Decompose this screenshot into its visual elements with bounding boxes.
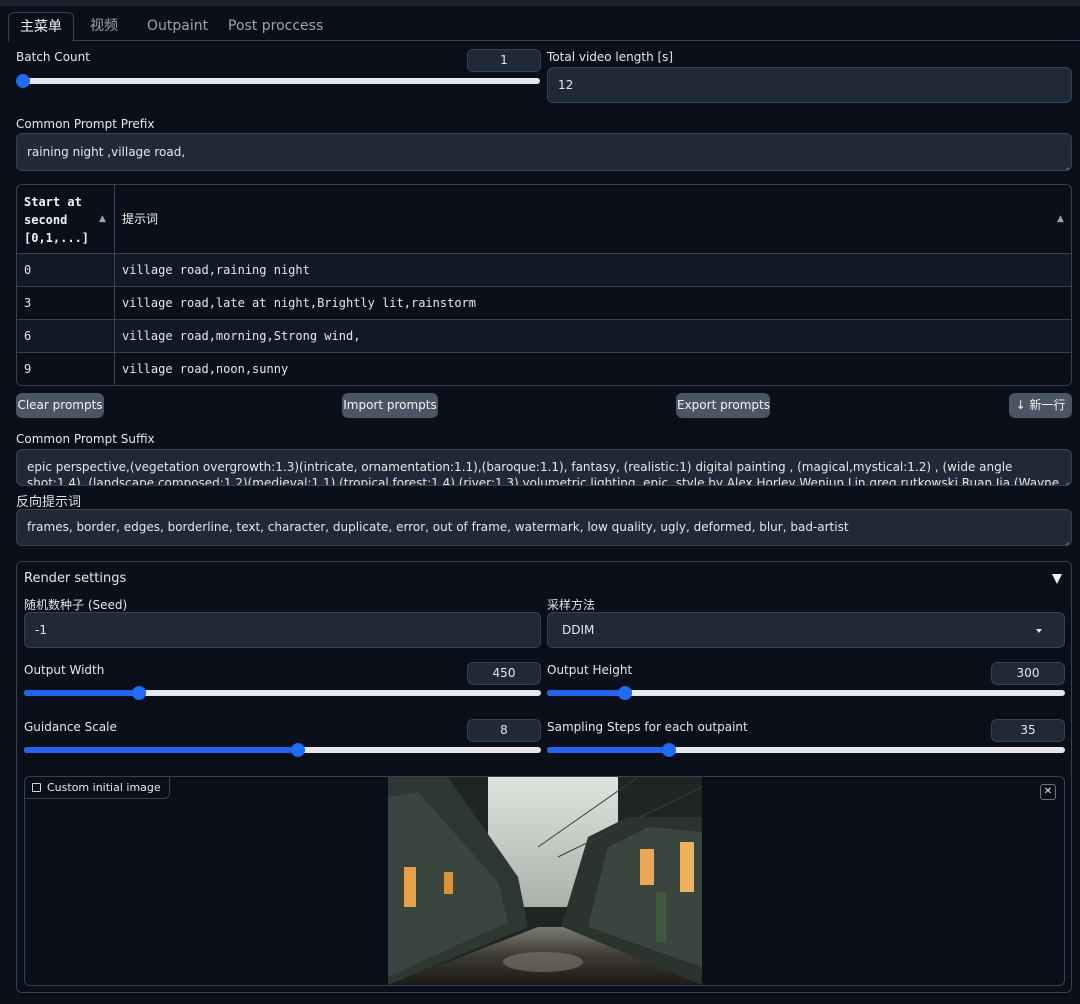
prefix-textarea[interactable]: raining night ,village road, (16, 133, 1072, 171)
cell-prompt[interactable]: village road,raining night (115, 254, 310, 286)
tab-bar: 主菜单 视频 Outpaint Post proccess (8, 12, 1080, 42)
sampler-label: 采样方法 (547, 598, 596, 612)
collapse-triangle-icon[interactable] (1052, 574, 1062, 584)
video-length-input[interactable]: 12 (547, 67, 1072, 103)
batch-count-input[interactable]: 1 (467, 49, 541, 72)
cell-prompt[interactable]: village road,late at night,Brightly lit,… (115, 287, 476, 319)
cell-second[interactable]: 9 (17, 353, 115, 385)
output-width-input[interactable]: 450 (467, 662, 541, 685)
village-road-image (388, 777, 702, 985)
table-row[interactable]: 6 village road,morning,Strong wind, (17, 320, 1071, 353)
negative-prompt-text: frames, border, edges, borderline, text,… (27, 520, 849, 534)
image-tag: Custom initial image (25, 777, 170, 799)
negative-prompt-textarea[interactable]: frames, border, edges, borderline, text,… (16, 509, 1072, 546)
batch-count-label: Batch Count (16, 50, 90, 64)
slider-thumb[interactable] (661, 743, 676, 757)
sort-icon[interactable]: ▲ (1057, 214, 1064, 224)
tab-post-process[interactable]: Post proccess (228, 12, 323, 41)
prompt-table: Start at second [0,1,...] ▲ 提示词 ▲ 0 vill… (16, 184, 1072, 386)
new-row-button[interactable]: ↓ 新一行 (1009, 393, 1072, 418)
slider-fill (24, 747, 298, 753)
guidance-scale-slider[interactable] (24, 740, 541, 760)
tab-video[interactable]: 视频 (90, 12, 118, 41)
table-row[interactable]: 9 village road,noon,sunny (17, 353, 1071, 385)
slider-fill (547, 747, 669, 753)
output-height-label: Output Height (547, 663, 633, 677)
output-height-input[interactable]: 300 (991, 662, 1065, 685)
output-width-label: Output Width (24, 663, 105, 677)
slider-thumb[interactable] (618, 686, 633, 700)
slider-fill (24, 690, 139, 696)
suffix-text: epic perspective,(vegetation overgrowth:… (27, 460, 1060, 486)
import-prompts-button[interactable]: Import prompts (342, 393, 438, 418)
seed-input[interactable]: -1 (24, 612, 541, 648)
resize-handle[interactable] (1061, 475, 1069, 483)
header-prompt[interactable]: 提示词 (115, 185, 1071, 254)
render-settings-panel: Render settings 随机数种子 (Seed) -1 采样方法 DDI… (16, 561, 1072, 993)
top-strip (0, 0, 1080, 6)
cell-second[interactable]: 6 (17, 320, 115, 352)
sampling-steps-input[interactable]: 35 (991, 719, 1065, 742)
export-prompts-button[interactable]: Export prompts (676, 393, 770, 418)
sampler-select[interactable]: DDIM (547, 612, 1065, 648)
sampler-value: DDIM (562, 623, 595, 637)
dropdown-arrow-icon (1036, 629, 1042, 633)
slider-fill (547, 690, 626, 696)
sampling-steps-slider[interactable] (547, 740, 1065, 760)
table-row[interactable]: 0 village road,raining night (17, 254, 1071, 287)
output-width-slider[interactable] (24, 683, 541, 703)
slider-thumb[interactable] (291, 743, 305, 757)
custom-initial-image-box[interactable]: Custom initial image ✕ (24, 776, 1065, 986)
cell-prompt[interactable]: village road,noon,sunny (115, 353, 288, 385)
batch-count-slider[interactable] (16, 71, 540, 91)
seed-label: 随机数种子 (Seed) (24, 598, 128, 612)
slider-thumb[interactable] (16, 74, 30, 88)
cell-second[interactable]: 0 (17, 254, 115, 286)
guidance-scale-input[interactable]: 8 (467, 719, 541, 742)
output-height-slider[interactable] (547, 683, 1065, 703)
table-row[interactable]: 3 village road,late at night,Brightly li… (17, 287, 1071, 320)
sampling-steps-label: Sampling Steps for each outpaint (547, 720, 748, 734)
slider-thumb[interactable] (131, 686, 146, 700)
tab-outpaint[interactable]: Outpaint (147, 12, 208, 41)
image-label: Custom initial image (47, 781, 161, 794)
suffix-label: Common Prompt Suffix (16, 432, 155, 446)
suffix-textarea[interactable]: epic perspective,(vegetation overgrowth:… (16, 449, 1072, 486)
cell-second[interactable]: 3 (17, 287, 115, 319)
table-header: Start at second [0,1,...] ▲ 提示词 ▲ (17, 185, 1071, 254)
prefix-text: raining night ,village road, (27, 145, 186, 159)
render-settings-title[interactable]: Render settings (24, 571, 126, 586)
slider-track (16, 78, 540, 84)
negative-prompt-label: 反向提示词 (16, 495, 82, 510)
resize-handle[interactable] (1061, 160, 1069, 168)
clear-prompts-button[interactable]: Clear prompts (16, 393, 104, 418)
tab-main-menu[interactable]: 主菜单 (8, 12, 74, 42)
prefix-label: Common Prompt Prefix (16, 117, 155, 131)
cell-prompt[interactable]: village road,morning,Strong wind, (115, 320, 360, 352)
sort-icon[interactable]: ▲ (99, 214, 106, 224)
resize-handle[interactable] (1061, 535, 1069, 543)
close-icon[interactable]: ✕ (1040, 784, 1056, 800)
video-length-label: Total video length [s] (547, 50, 674, 64)
image-icon (32, 783, 41, 792)
guidance-scale-label: Guidance Scale (24, 720, 117, 734)
